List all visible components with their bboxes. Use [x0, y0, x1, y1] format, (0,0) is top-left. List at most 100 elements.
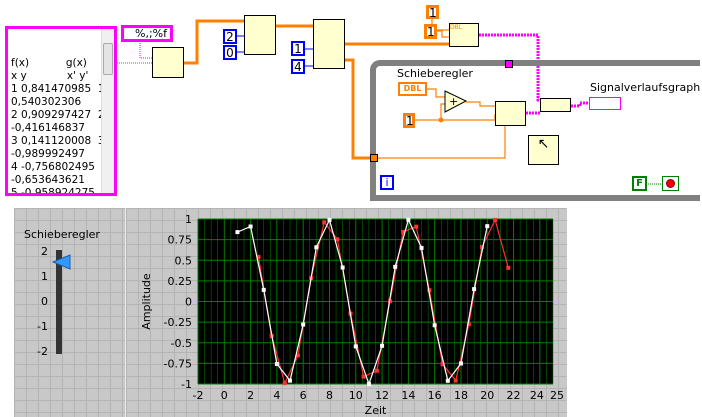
const-0[interactable]: 0: [223, 45, 237, 60]
data-point: [406, 217, 411, 222]
svg-text:+: +: [449, 95, 458, 108]
slider-tick-label: -1: [37, 320, 48, 333]
x-tick-label: 16: [428, 389, 442, 402]
iteration-terminal: i: [380, 175, 394, 190]
data-point: [366, 382, 371, 386]
add-node[interactable]: +: [444, 90, 468, 114]
list-line: 4 -0,756802495 4: [11, 161, 109, 173]
wire-array: [345, 58, 372, 160]
y-tick-label: -1: [181, 378, 192, 391]
data-point: [458, 361, 463, 366]
graph-terminal-label: Signalverlaufsgraph: [590, 81, 701, 94]
y-tick-label: -0.75: [164, 357, 192, 370]
x-tick-label: 2: [247, 389, 254, 402]
data-point: [472, 287, 477, 292]
build-array-node[interactable]: [540, 98, 571, 112]
slider-terminal[interactable]: DBL: [398, 82, 427, 96]
slider-tick-label: 2: [41, 245, 48, 258]
data-point: [274, 361, 279, 366]
string-indicator[interactable]: f(x) g(x) x y x' y' 1 0,841470985 1 0,54030…: [5, 26, 117, 196]
x-tick-label: 0: [221, 389, 228, 402]
scrollbar[interactable]: [101, 29, 114, 193]
data-point: [248, 224, 253, 229]
x-axis-label: Zeit: [365, 404, 387, 417]
list-line: 2 0,909297427 2: [11, 109, 105, 121]
data-point: [301, 322, 306, 327]
const-add-1[interactable]: 1: [403, 113, 415, 128]
array-subset-node[interactable]: [244, 15, 276, 55]
false-constant[interactable]: F: [632, 176, 647, 191]
slider-thumb[interactable]: [52, 254, 72, 270]
loop-tunnel-double: [370, 154, 378, 162]
format-string-constant[interactable]: %,;%f: [121, 25, 173, 42]
x-tick-label: 12: [375, 389, 389, 402]
list-line: 0,540302306: [11, 96, 82, 108]
list-line: 1 0,841470985 1: [11, 83, 105, 95]
data-point: [485, 224, 490, 229]
data-point: [261, 287, 266, 292]
spreadsheet-string-to-array-node[interactable]: [152, 47, 184, 78]
y-tick-label: -0.25: [164, 316, 192, 329]
data-point: [414, 224, 419, 229]
data-point: [374, 368, 379, 373]
data-point: [322, 220, 327, 225]
y-tick-label: 1: [185, 213, 192, 226]
stop-condition-terminal[interactable]: [662, 176, 679, 191]
data-point: [393, 264, 398, 269]
cursor-clock-icon: ↖: [537, 136, 550, 152]
data-point: [288, 378, 293, 383]
slider-label: Schieberegler: [24, 228, 100, 241]
list-line: -0,416146837: [11, 122, 85, 134]
data-point: [380, 343, 385, 348]
data-point: [335, 237, 340, 242]
x-tick-label: 14: [401, 389, 415, 402]
const-1[interactable]: 1: [291, 41, 305, 56]
y-tick-label: 0.25: [168, 275, 193, 288]
loop-tunnel-waveform: [505, 60, 513, 68]
const-top-1[interactable]: 1: [426, 5, 439, 19]
list-line: 5 -0,958924275 5: [11, 187, 109, 196]
data-point: [453, 378, 458, 383]
slider-tick-label: -2: [37, 345, 48, 358]
dbl-label: DBL: [450, 24, 463, 31]
index-array-node[interactable]: [313, 19, 345, 69]
data-point: [506, 265, 511, 270]
slider-tick-label: 0: [41, 295, 48, 308]
x-tick-label: -2: [193, 389, 204, 402]
x-tick-label: 8: [326, 389, 333, 402]
graph-terminal[interactable]: [589, 97, 621, 110]
y-tick-label: 0: [185, 296, 192, 309]
list-line: f(x) g(x): [11, 57, 87, 69]
const-2[interactable]: 2: [223, 29, 237, 44]
x-tick-label: 22: [507, 389, 521, 402]
data-point: [353, 344, 358, 349]
const-4[interactable]: 4: [291, 59, 305, 74]
data-point: [361, 374, 366, 379]
x-tick-label: 20: [480, 389, 494, 402]
y-tick-label: 0.75: [168, 234, 193, 247]
list-line: 3 0,141120008 3: [11, 135, 105, 147]
waveform-graph[interactable]: 10.750.50.250-0.25-0.5-0.75-1-2 0 2 4 6 8 10 12…: [125, 208, 567, 417]
x-tick-label: 6: [300, 389, 307, 402]
slider-terminal-label: Schieberegler: [397, 67, 473, 80]
data-point: [419, 245, 424, 250]
x-tick-label: 10: [349, 389, 363, 402]
data-point: [327, 217, 332, 222]
slider-tick-label: 1: [41, 270, 48, 283]
data-point: [314, 245, 319, 250]
x-tick-label: 18: [454, 389, 468, 402]
wait-node[interactable]: ↖: [528, 135, 559, 165]
list-line: x y x' y': [11, 70, 89, 82]
y-tick-label: 0.5: [175, 254, 193, 267]
data-point: [282, 381, 287, 386]
bundle-node-2[interactable]: [495, 101, 526, 126]
list-line: -0,989992497: [11, 148, 85, 160]
data-point: [432, 323, 437, 328]
data-point: [235, 230, 240, 235]
bundle-node[interactable]: DBL: [449, 23, 479, 47]
list-line: -0,653643621: [11, 174, 85, 186]
data-point: [445, 378, 450, 383]
x-tick-label: 24: [530, 389, 544, 402]
const-top-2[interactable]: 1: [424, 24, 437, 39]
data-point: [493, 217, 498, 222]
